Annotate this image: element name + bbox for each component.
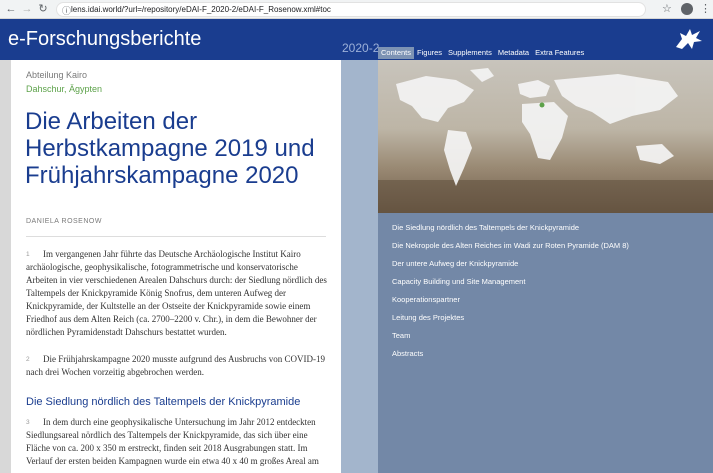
reload-icon[interactable]: ↻: [36, 2, 50, 16]
more-menu-icon[interactable]: ⋮: [700, 2, 711, 16]
department-label: Abteilung Kairo: [26, 70, 88, 80]
toc-item[interactable]: Leitung des Projektes: [392, 313, 708, 322]
address-bar[interactable]: ⓘ lens.idai.world/?url=/repository/eDAI-…: [56, 2, 646, 17]
tab-metadata[interactable]: Metadata: [495, 47, 532, 59]
forward-arrow-icon[interactable]: →: [20, 2, 34, 16]
article-title: Die Arbeiten der Herbstkampagne 2019 und…: [25, 108, 315, 189]
paragraph-number[interactable]: 1: [26, 248, 43, 261]
paragraph: 2 Die Frühjahrskampagne 2020 musste aufgr…: [26, 353, 328, 379]
hero-map-image: [378, 60, 713, 213]
table-of-contents: Die Siedlung nördlich des Taltempels der…: [392, 223, 708, 367]
site-header: e-Forschungsberichte 2020-2 Contents Fig…: [0, 19, 713, 60]
tab-contents[interactable]: Contents: [378, 47, 415, 59]
resize-divider[interactable]: [341, 60, 378, 473]
paragraph-number[interactable]: 2: [26, 353, 43, 366]
paragraph-number[interactable]: 3: [26, 416, 43, 429]
divider: [26, 236, 326, 237]
paragraph-text: In dem durch eine geophysikalische Unter…: [26, 417, 319, 466]
tab-supplements[interactable]: Supplements: [445, 47, 495, 59]
bookmark-star-icon[interactable]: ☆: [662, 2, 672, 16]
paragraph-text: Im vergangenen Jahr führte das Deutsche …: [26, 249, 327, 337]
contents-panel: Die Siedlung nördlich des Taltempels der…: [378, 60, 713, 473]
panel-tabs: Contents Figures Supplements Metadata Ex…: [378, 47, 587, 59]
back-arrow-icon[interactable]: ←: [4, 2, 18, 16]
section-heading: Die Siedlung nördlich des Taltempels der…: [26, 396, 301, 408]
paragraph: 1 Im vergangenen Jahr führte das Deutsche…: [26, 248, 328, 339]
site-title[interactable]: e-Forschungsberichte: [8, 27, 201, 51]
toc-item[interactable]: Die Siedlung nördlich des Taltempels der…: [392, 223, 708, 232]
toc-item[interactable]: Kooperationspartner: [392, 295, 708, 304]
toc-item[interactable]: Der untere Aufweg der Knickpyramide: [392, 259, 708, 268]
url-text: lens.idai.world/?url=/repository/eDAI-F_…: [71, 5, 331, 14]
place-label: Dahschur, Ägypten: [26, 84, 103, 94]
volume-label: 2020-2: [342, 41, 380, 55]
left-gutter: [0, 60, 11, 473]
paragraph: 3 In dem durch eine geophysikalische Unte…: [26, 416, 328, 468]
toc-item[interactable]: Team: [392, 331, 708, 340]
toc-item[interactable]: Capacity Building und Site Management: [392, 277, 708, 286]
toc-item[interactable]: Abstracts: [392, 349, 708, 358]
author-name: DANIELA ROSENOW: [26, 218, 102, 225]
griffin-logo-icon[interactable]: [672, 25, 706, 53]
info-icon[interactable]: ⓘ: [62, 4, 71, 17]
paragraph-text: Die Frühjahrskampagne 2020 musste aufgru…: [26, 354, 325, 377]
profile-avatar-icon[interactable]: [681, 3, 693, 15]
tab-figures[interactable]: Figures: [414, 47, 445, 59]
tab-extra-features[interactable]: Extra Features: [532, 47, 587, 59]
toc-item[interactable]: Die Nekropole des Alten Reiches im Wadi …: [392, 241, 708, 250]
article-body: Abteilung Kairo Dahschur, Ägypten Die Ar…: [11, 60, 341, 473]
browser-toolbar: ← → ↻ ⓘ lens.idai.world/?url=/repository…: [0, 0, 713, 19]
